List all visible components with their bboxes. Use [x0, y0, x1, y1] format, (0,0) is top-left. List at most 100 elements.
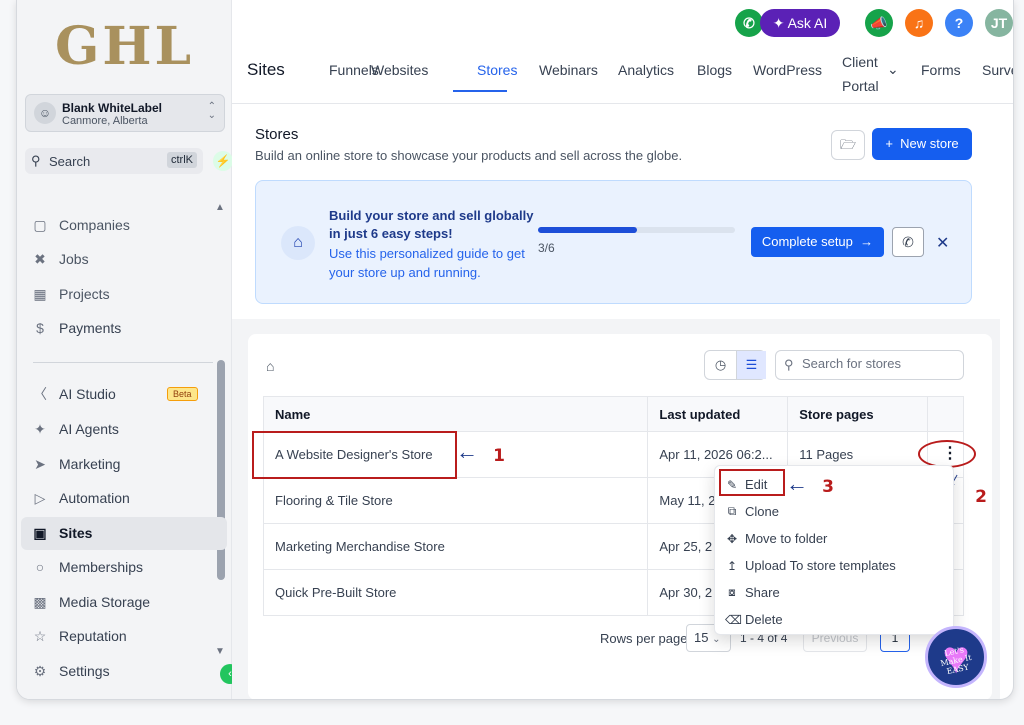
new-store-button[interactable]: + New store [872, 128, 972, 160]
menu-item-label: Upload To store templates [745, 558, 896, 573]
tab-forms[interactable]: Forms [921, 62, 961, 78]
setup-progress-bar [538, 227, 735, 233]
sidebar-item-payments[interactable]: $ Payments [31, 316, 121, 340]
account-name: Blank WhiteLabel [62, 101, 163, 115]
beta-badge: Beta [167, 387, 198, 401]
column-header-last-updated[interactable]: Last updated [647, 396, 789, 432]
sidebar-item-media-storage[interactable]: ▩ Media Storage [31, 590, 150, 614]
store-name[interactable]: Marketing Merchandise Store [262, 523, 649, 570]
sidebar-item-label: Payments [59, 320, 122, 336]
send-icon: ➤ [34, 455, 46, 472]
account-switcher[interactable]: ☺ Blank WhiteLabel Canmore, Alberta ⌃ ⌄ [25, 94, 225, 132]
sidebar-divider [33, 362, 213, 363]
tab-client-portal[interactable]: Client Portal [842, 50, 879, 98]
menu-item-move-to-folder[interactable]: ✥ Move to folder [725, 531, 827, 546]
sidebar-item-label: Projects [59, 286, 110, 302]
help-button[interactable]: ? [945, 9, 973, 37]
view-toggle[interactable]: ◷ ☰ [704, 350, 766, 380]
sidebar-item-label: Automation [59, 490, 130, 506]
menu-item-delete[interactable]: ⌫ Delete [725, 612, 783, 627]
sidebar-item-ai-studio[interactable]: 〈 AI Studio [31, 382, 116, 406]
tab-wordpress[interactable]: WordPress [753, 62, 822, 78]
scroll-up-icon[interactable]: ▲ [215, 202, 225, 213]
more-options-icon[interactable]: ⋮ [925, 441, 975, 467]
sidebar-item-memberships[interactable]: ○ Memberships [31, 555, 143, 579]
sparkle-icon: ✦ [34, 420, 46, 437]
bolt-icon[interactable]: ⚡ [213, 151, 233, 171]
upload-icon: ↥ [726, 558, 738, 573]
sidebar-item-reputation[interactable]: ☆ Reputation [31, 624, 127, 648]
phone-call-icon[interactable]: ✆ [892, 227, 924, 257]
guide-headline: Build your store and sell globally in ju… [329, 208, 534, 241]
sidebar-item-marketing[interactable]: ➤ Marketing [31, 452, 120, 476]
tab-websites[interactable]: Websites [371, 62, 428, 78]
guide-description: Use this personalized guide to get your … [329, 246, 525, 280]
column-header-name[interactable]: Name [262, 396, 649, 432]
table-header-row: Name Last updated Store pages [262, 396, 964, 432]
sidebar-item-label: Jobs [59, 251, 89, 267]
sidebar-item-label: Companies [59, 217, 130, 233]
search-icon: ⚲ [784, 357, 794, 372]
sidebar-search[interactable]: ⚲ Search ctrlK [25, 148, 203, 174]
phone-icon[interactable]: ✆ [735, 9, 763, 37]
ask-ai-label: Ask AI [787, 15, 828, 31]
sidebar-item-label: Media Storage [59, 594, 151, 610]
sidebar-item-sites[interactable]: ▣ Sites [31, 521, 92, 545]
tab-surveys[interactable]: Surveys [982, 62, 1013, 78]
sidebar-item-ai-agents[interactable]: ✦ AI Agents [31, 417, 119, 441]
annotation-arrow-icon: ← [786, 471, 808, 496]
sidebar-item-label: Memberships [59, 559, 144, 575]
sidebar-scrollbar[interactable]: ▲ ▼ [215, 202, 225, 657]
menu-item-clone[interactable]: ⧉ Clone [725, 504, 779, 519]
menu-item-share[interactable]: ⧇ Share [725, 585, 780, 600]
menu-item-label: Clone [745, 504, 779, 519]
menu-item-upload-template[interactable]: ↥ Upload To store templates [725, 558, 896, 573]
sidebar-item-projects[interactable]: ▦ Projects [31, 282, 110, 306]
home-icon[interactable]: ⌂ [266, 358, 274, 374]
lets-make-it-easy-logo: ♥ Let's Make It EASY [925, 626, 987, 688]
store-name[interactable]: Quick Pre-Built Store [262, 569, 649, 616]
sidebar-item-settings[interactable]: ⚙ Settings [31, 659, 110, 683]
tab-analytics[interactable]: Analytics [618, 62, 674, 78]
sidebar: GHL ☺ Blank WhiteLabel Canmore, Alberta … [17, 0, 233, 699]
sidebar-item-jobs[interactable]: ✖ Jobs [31, 247, 89, 271]
tab-blogs[interactable]: Blogs [697, 62, 732, 78]
tab-stores[interactable]: Stores [477, 62, 517, 78]
scroll-down-icon[interactable]: ▼ [215, 646, 225, 657]
move-icon: ✥ [726, 531, 738, 546]
brand-logo: GHL [55, 16, 195, 77]
column-header-store-pages[interactable]: Store pages [787, 396, 929, 432]
section-subtitle: Build an online store to showcase your p… [255, 148, 683, 163]
sidebar-item-automation[interactable]: ▷ Automation [31, 486, 130, 510]
trash-icon: ⌫ [725, 612, 742, 627]
automation-icon: ▷ [34, 489, 46, 506]
share-icon: ⧇ [728, 585, 736, 599]
rows-per-page-value: 15 [694, 630, 709, 645]
store-name[interactable]: Flooring & Tile Store [262, 477, 649, 524]
close-icon[interactable]: ✕ [936, 233, 949, 253]
clock-icon[interactable]: ◷ [705, 351, 736, 379]
tab-webinars[interactable]: Webinars [539, 62, 598, 78]
chevron-down-icon[interactable]: ⌄ [887, 61, 899, 78]
megaphone-icon[interactable]: 📣 [865, 9, 893, 37]
ai-studio-icon: 〈 [33, 386, 47, 402]
complete-setup-button[interactable]: Complete setup → [751, 227, 884, 257]
sidebar-item-companies[interactable]: ▢ Companies [31, 213, 130, 237]
top-bar: ✆ ✦ Ask AI 📣 ♫ ? JT Sites Funnels Websit… [232, 0, 1013, 104]
tools-icon: ✖ [34, 250, 46, 267]
store-search[interactable]: ⚲ [775, 350, 964, 380]
bell-icon[interactable]: ♫ [905, 9, 933, 37]
ask-ai-button[interactable]: ✦ Ask AI [760, 9, 840, 37]
user-avatar[interactable]: JT [985, 9, 1013, 37]
sidebar-item-label: Marketing [59, 456, 121, 472]
search-label: Search [49, 154, 91, 169]
new-folder-button[interactable]: 🗁 [831, 130, 865, 160]
annotation-number-1: 1 [493, 446, 505, 466]
column-header-actions [927, 396, 964, 432]
building-icon: ▢ [33, 216, 47, 233]
page-title: Sites [247, 60, 285, 79]
chevron-updown-icon: ⌃ ⌄ [207, 101, 216, 121]
store-search-input[interactable] [802, 356, 957, 371]
menu-item-label: Move to folder [745, 531, 828, 546]
list-view-icon[interactable]: ☰ [736, 351, 766, 379]
